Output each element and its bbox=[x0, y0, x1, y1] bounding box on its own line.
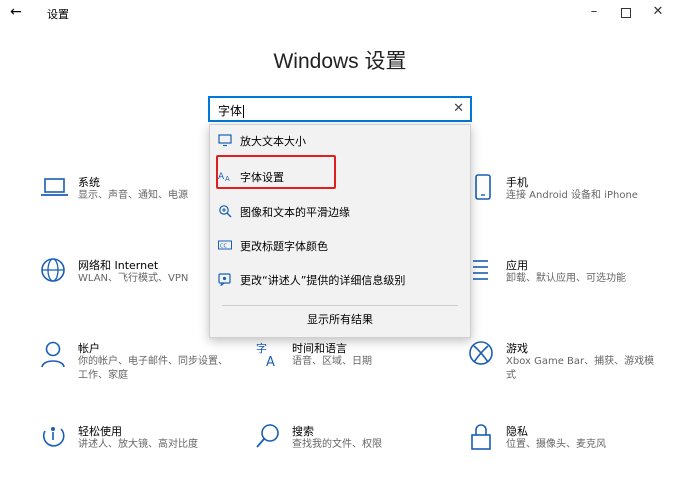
color-icon: CC bbox=[218, 238, 232, 252]
close-icon[interactable]: ✕ bbox=[648, 4, 668, 19]
tile-apps[interactable]: 应用 卸载、默认应用、可选功能 bbox=[468, 257, 668, 307]
suggestion-item[interactable]: CC 更改标题字体颜色 bbox=[210, 230, 470, 260]
laptop-icon bbox=[40, 174, 70, 204]
phone-icon bbox=[468, 174, 498, 204]
suggestion-item[interactable]: 更改“讲述人”提供的详细信息级别 bbox=[210, 264, 470, 294]
tile-gaming[interactable]: 游戏 Xbox Game Bar、捕获、游戏模式 bbox=[468, 340, 668, 390]
divider bbox=[222, 305, 458, 306]
person-icon bbox=[40, 340, 70, 370]
ease-of-access-icon bbox=[40, 423, 70, 453]
search-input[interactable]: 字体 ✕ bbox=[208, 96, 472, 122]
suggestion-item[interactable]: 放大文本大小 bbox=[210, 125, 470, 155]
globe-icon bbox=[40, 257, 70, 287]
narrator-icon bbox=[218, 272, 232, 286]
svg-text:A: A bbox=[266, 355, 275, 370]
search-suggestions: 放大文本大小 AA 字体设置 图像和文本的平滑边缘 CC 更改标题字体颜色 更改… bbox=[209, 124, 471, 338]
magnifier-icon bbox=[218, 204, 232, 218]
suggestion-item[interactable]: 图像和文本的平滑边缘 bbox=[210, 196, 470, 226]
svg-text:字: 字 bbox=[256, 341, 267, 355]
clear-icon[interactable]: ✕ bbox=[453, 101, 464, 116]
tile-privacy[interactable]: 隐私 位置、摄像头、麦克风 bbox=[468, 423, 668, 473]
apps-icon bbox=[468, 257, 498, 287]
lock-icon bbox=[468, 423, 498, 453]
back-arrow-icon[interactable]: ← bbox=[10, 4, 22, 20]
highlight-box bbox=[216, 155, 336, 189]
show-all-results-link[interactable]: 显示所有结果 bbox=[210, 311, 470, 327]
app-title: 设置 bbox=[47, 8, 69, 21]
minimize-icon[interactable]: – bbox=[584, 4, 604, 19]
tile-search[interactable]: 搜索 查找我的文件、权限 bbox=[254, 423, 454, 473]
tile-time-language[interactable]: 字A 时间和语言 语音、区域、日期 bbox=[254, 340, 454, 390]
search-icon bbox=[254, 423, 284, 453]
svg-text:CC: CC bbox=[220, 244, 227, 250]
xbox-icon bbox=[468, 340, 498, 370]
tile-ease-of-access[interactable]: 轻松使用 讲述人、放大镜、高对比度 bbox=[40, 423, 240, 473]
maximize-icon[interactable] bbox=[616, 4, 636, 22]
time-language-icon: 字A bbox=[254, 340, 284, 370]
search-value[interactable]: 字体 bbox=[218, 102, 245, 119]
title-bar: ← 设置 – ✕ bbox=[0, 0, 680, 28]
tile-phone[interactable]: 手机 连接 Android 设备和 iPhone bbox=[468, 174, 668, 224]
tile-accounts[interactable]: 帐户 你的帐户、电子邮件、同步设置、工作、家庭 bbox=[40, 340, 240, 390]
page-title: Windows 设置 bbox=[273, 50, 407, 73]
display-icon bbox=[218, 133, 232, 147]
